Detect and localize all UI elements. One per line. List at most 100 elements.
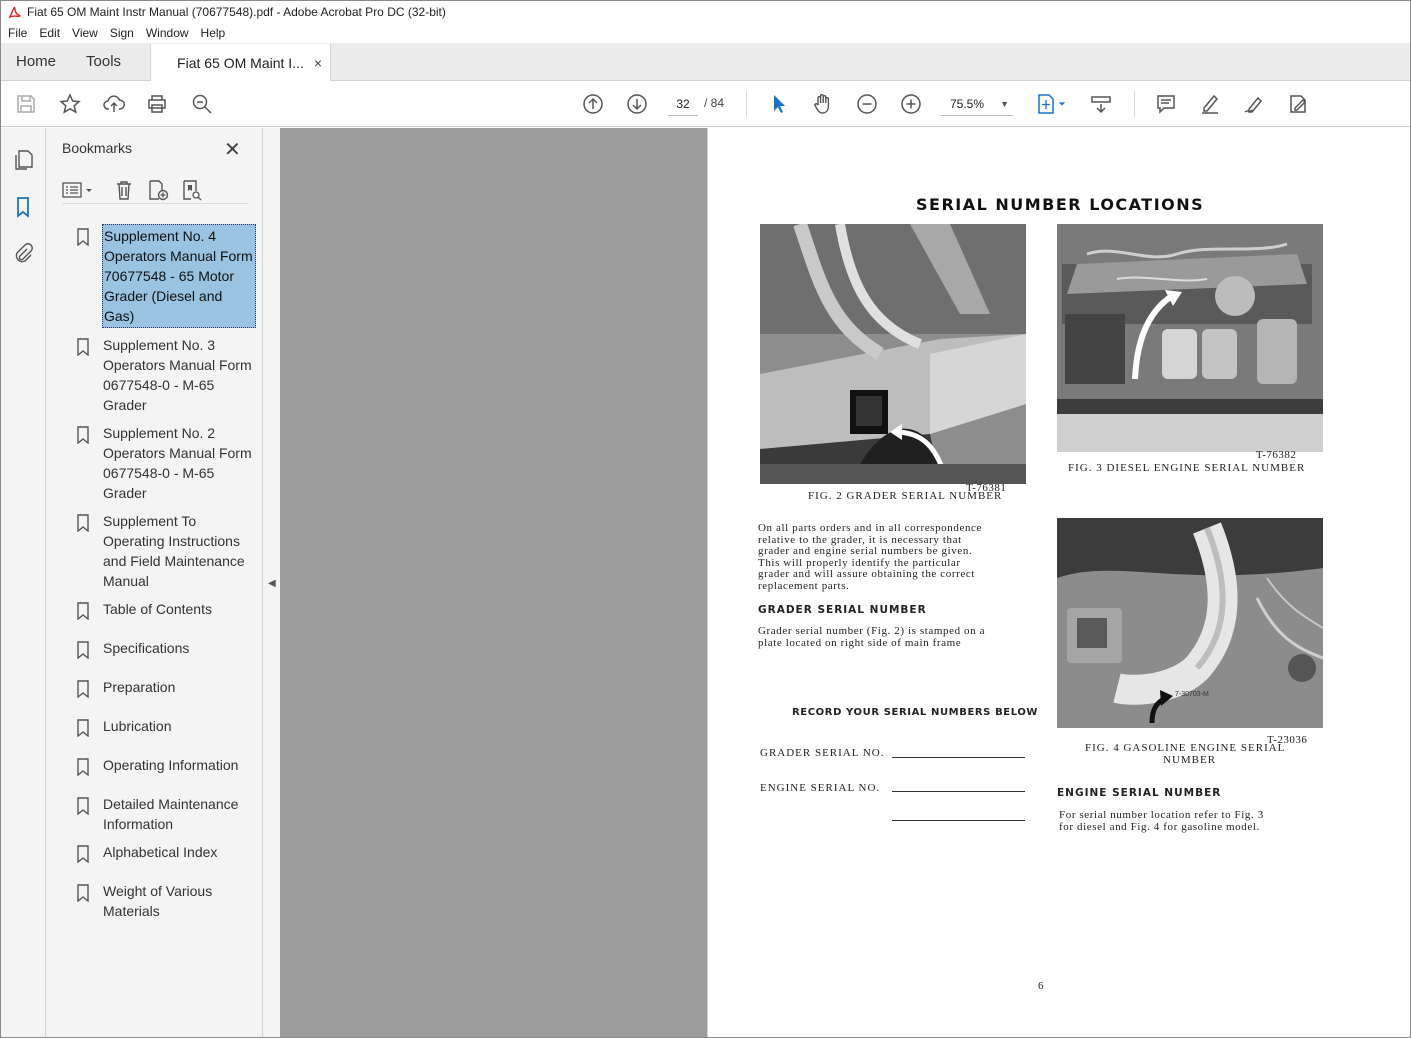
bookmark-panel-icon[interactable] [11, 195, 35, 219]
extra-serial-line[interactable] [892, 820, 1025, 821]
bookmark-item[interactable]: Lubrication [76, 715, 258, 742]
page-number-input[interactable]: 32 [668, 92, 698, 116]
bookmark-label: Alphabetical Index [103, 844, 218, 860]
bookmark-item[interactable]: Table of Contents [76, 598, 258, 625]
menu-help[interactable]: Help [195, 26, 232, 40]
tab-document-label: Fiat 65 OM Maint I... [177, 54, 304, 71]
panel-splitter[interactable]: ◀ [262, 128, 280, 1037]
bookmark-item[interactable]: Supplement No. 4 Operators Manual Form 7… [76, 224, 258, 328]
chevron-down-icon: ▼ [1000, 98, 1009, 109]
bookmark-item[interactable]: Weight of Various Materials [76, 880, 258, 922]
star-icon[interactable] [58, 92, 82, 116]
new-bookmark-icon[interactable] [146, 178, 170, 202]
text-line: plate located on right side of main fram… [758, 636, 962, 649]
menu-sign[interactable]: Sign [104, 26, 140, 40]
edit-document-icon[interactable] [1286, 92, 1310, 116]
zoom-in-icon[interactable] [899, 92, 923, 116]
fig4-caption-line1: FIG. 4 GASOLINE ENGINE SERIAL [1085, 742, 1286, 754]
text-line: for diesel and Fig. 4 for gasoline model… [1059, 820, 1260, 833]
collapse-panel-arrow-icon[interactable]: ◀ [268, 578, 276, 589]
text-line: grader and engine serial numbers be give… [758, 545, 973, 557]
zoom-level-value: 75.5% [950, 96, 985, 111]
search-zoom-icon[interactable] [190, 92, 214, 116]
fig2-caption: FIG. 2 GRADER SERIAL NUMBER [808, 490, 1003, 502]
bookmark-item[interactable]: Preparation [76, 676, 258, 703]
bookmark-item[interactable]: Operating Information [76, 754, 258, 781]
bookmark-label: Preparation [103, 679, 176, 695]
bookmark-icon [76, 680, 90, 703]
tab-close-button[interactable]: × [314, 55, 322, 71]
menu-window[interactable]: Window [140, 26, 195, 40]
grader-serial-label: GRADER SERIAL NO. [760, 747, 885, 759]
bookmark-item[interactable]: Specifications [76, 637, 258, 664]
engine-serial-line[interactable] [892, 791, 1025, 792]
zoom-level-dropdown[interactable]: 75.5% ▼ [941, 92, 1013, 116]
tab-tools[interactable]: Tools [71, 43, 136, 80]
engine-serial-paragraph: For serial number location refer to Fig.… [1059, 809, 1264, 833]
bookmark-search-icon[interactable] [180, 178, 204, 202]
bookmark-icon [76, 758, 90, 781]
close-icon[interactable]: ✕ [224, 137, 241, 162]
bookmark-label: Supplement No. 4 Operators Manual Form 7… [102, 224, 256, 328]
bookmark-item[interactable]: Alphabetical Index [76, 841, 258, 868]
toolbar-divider [746, 91, 747, 117]
fig3-caption: FIG. 3 DIESEL ENGINE SERIAL NUMBER [1068, 462, 1306, 474]
bookmark-icon [76, 514, 90, 537]
select-cursor-icon[interactable] [767, 92, 791, 116]
text-line: Grader serial number (Fig. 2) is stamped… [758, 625, 986, 637]
title-bar: Fiat 65 OM Maint Instr Manual (70677548)… [1, 1, 1410, 23]
bookmarks-toolbar [62, 178, 248, 204]
bookmark-item[interactable]: Supplement To Operating Instructions and… [76, 510, 258, 592]
page-thumbnails-icon[interactable] [11, 148, 35, 172]
grader-serial-heading: GRADER SERIAL NUMBER [758, 604, 927, 616]
bookmark-label: Supplement No. 3 Operators Manual Form 0… [103, 337, 252, 413]
bookmark-label: Supplement No. 2 Operators Manual Form 0… [103, 425, 252, 501]
scroll-mode-icon[interactable] [1089, 92, 1113, 116]
page-total: / 84 [704, 96, 725, 110]
bookmark-icon [76, 426, 90, 449]
save-icon[interactable] [14, 92, 38, 116]
tab-document[interactable]: Fiat 65 OM Maint I... × [150, 44, 332, 81]
engine-serial-label: ENGINE SERIAL NO. [760, 782, 881, 794]
menu-edit[interactable]: Edit [33, 26, 66, 40]
main-toolbar: 32 / 84 75.5% ▼ [1, 81, 1410, 127]
delete-bookmark-trash-icon[interactable] [112, 178, 136, 202]
menu-view[interactable]: View [66, 26, 104, 40]
fig4-caption-line2: NUMBER [1163, 754, 1217, 766]
grader-serial-line[interactable] [892, 757, 1025, 758]
grader-serial-paragraph: Grader serial number (Fig. 2) is stamped… [758, 625, 986, 649]
acrobat-icon [7, 5, 21, 19]
diesel-engine-photo [1057, 224, 1323, 452]
sign-pen-icon[interactable] [1242, 92, 1266, 116]
page-number: 6 [1038, 980, 1044, 992]
zoom-out-icon[interactable] [855, 92, 879, 116]
text-line: For serial number location refer to Fig.… [1059, 809, 1264, 821]
toolbar-divider [1134, 91, 1135, 117]
engine-plate-text: 7-30703-M [1175, 691, 1209, 698]
bookmark-icon [76, 797, 90, 820]
bookmark-icon [76, 641, 90, 664]
highlight-pen-icon[interactable] [1198, 92, 1222, 116]
bookmark-item[interactable]: Supplement No. 2 Operators Manual Form 0… [76, 422, 258, 504]
chevron-down-icon[interactable] [1055, 92, 1069, 116]
tab-bar: Home Tools Fiat 65 OM Maint I... × [1, 43, 1410, 81]
next-page-icon[interactable] [625, 92, 649, 116]
bookmark-icon [76, 228, 90, 251]
comment-icon[interactable] [1154, 92, 1178, 116]
bookmark-item[interactable]: Supplement No. 3 Operators Manual Form 0… [76, 334, 258, 416]
attachment-paperclip-icon[interactable] [11, 241, 35, 265]
menu-file[interactable]: File [1, 26, 33, 40]
bookmark-icon [76, 884, 90, 907]
upload-cloud-icon[interactable] [102, 92, 126, 116]
hand-tool-icon[interactable] [811, 92, 835, 116]
previous-page-icon[interactable] [581, 92, 605, 116]
print-icon[interactable] [145, 92, 169, 116]
tab-home[interactable]: Home [1, 43, 71, 80]
bookmark-icon [76, 602, 90, 625]
bookmark-item[interactable]: Detailed Maintenance Information [76, 793, 258, 835]
bookmark-icon [76, 845, 90, 868]
bookmark-options-menu-icon[interactable] [62, 178, 96, 202]
gasoline-engine-photo: 7-30703-M [1057, 518, 1323, 728]
bookmark-label: Table of Contents [103, 601, 212, 617]
text-line: replacement parts. [758, 579, 850, 592]
